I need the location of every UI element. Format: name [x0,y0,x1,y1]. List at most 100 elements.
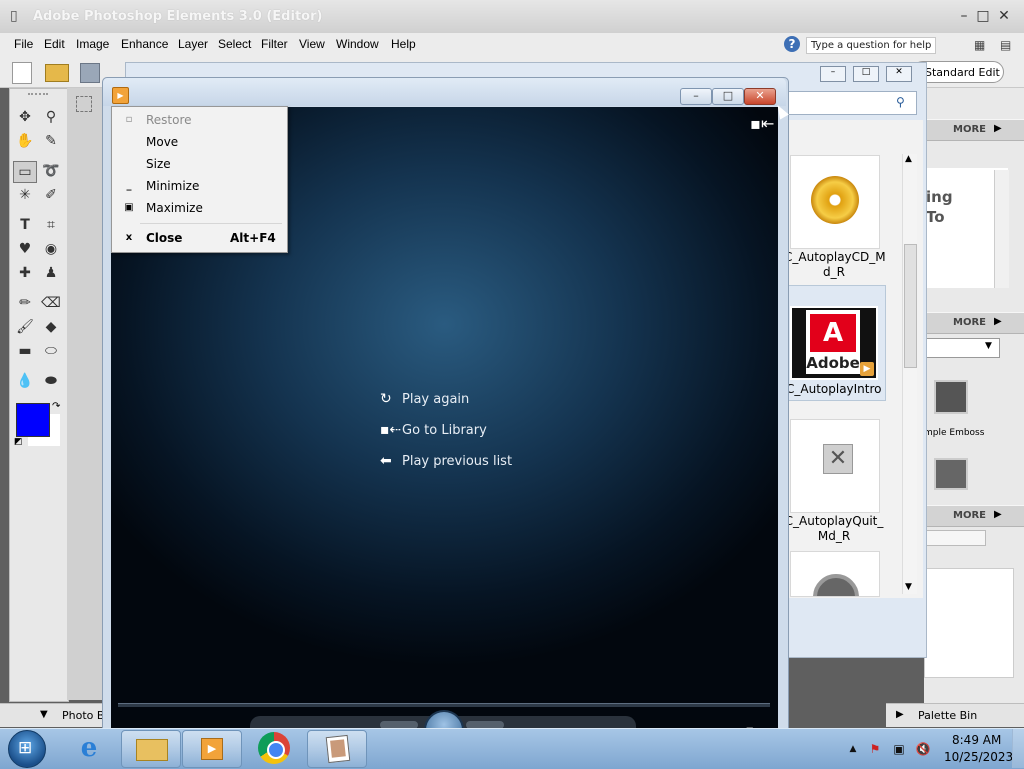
menu-image[interactable]: Image [76,37,109,51]
wmp-minimize-button[interactable]: – [680,88,712,105]
pse-close-button[interactable]: ✕ [996,9,1012,23]
menu-select[interactable]: Select [218,37,251,51]
effects-category-select[interactable]: ▼ [924,338,1000,358]
list-item[interactable] [790,551,880,597]
swap-colors-icon[interactable]: ↷ [52,401,60,412]
crop-tool-icon[interactable]: ⌗ [40,215,62,235]
magic-wand-tool-icon[interactable]: ✳ [14,185,36,205]
save-icon[interactable] [80,63,100,83]
more-button-3[interactable]: MORE [953,510,986,521]
scroll-up-icon[interactable]: ▲ [905,154,912,164]
help-search-input[interactable]: Type a question for help [806,37,936,54]
default-colors-icon[interactable]: ◩ [14,437,23,447]
marquee-tool-icon[interactable]: ▭ [13,161,37,183]
paint-bucket-tool-icon[interactable]: ◆ [40,317,62,337]
palette-slider[interactable] [924,530,986,546]
seek-bar[interactable] [118,703,770,707]
chrome-icon[interactable] [258,732,290,764]
play-previous-list-link[interactable]: ⬅ Play previous list [380,449,512,473]
eyedropper-tool-icon[interactable]: ✎ [40,131,62,151]
menu-edit[interactable]: Edit [44,37,65,51]
pse-minimize-button[interactable]: – [956,9,972,23]
selection-brush-tool-icon[interactable]: ✐ [40,185,62,205]
blur-tool-icon[interactable]: 💧 [14,371,36,391]
more-arrow-icon[interactable]: ▶ [994,123,1002,134]
menu-item-close[interactable]: x Close Alt+F4 [112,227,287,249]
more-button[interactable]: MORE [953,124,986,135]
organizer-search-input[interactable]: ⚲ [787,91,917,115]
menu-window[interactable]: Window [336,37,379,51]
marquee-option-icon[interactable] [76,96,92,112]
help-palette-scrollbar[interactable] [994,170,1009,288]
organizer-minimize-button[interactable]: – [820,66,846,82]
menu-file[interactable]: File [14,37,33,51]
photo-bin-toggle-icon[interactable]: ▼ [40,709,48,720]
show-desktop-button[interactable] [1012,729,1024,768]
help-icon[interactable]: ? [784,36,800,52]
menu-help[interactable]: Help [391,37,416,51]
start-button[interactable]: ⊞ [8,730,46,768]
list-item[interactable]: ✕ [790,419,880,513]
organizer-maximize-button[interactable]: □ [853,66,879,82]
clock-date[interactable]: 10/25/2023 [944,750,1013,764]
switch-to-library-icon[interactable]: ▪⇤ [750,114,774,133]
clone-stamp-tool-icon[interactable]: ♟ [40,263,62,283]
menu-filter[interactable]: Filter [261,37,288,51]
search-icon[interactable]: ⚲ [896,95,905,109]
wmp-close-button[interactable]: ✕ [744,88,776,105]
network-icon[interactable]: ▣ [891,741,907,757]
open-folder-icon[interactable] [45,64,69,82]
palette-bin-label[interactable]: Palette Bin [918,709,977,722]
list-item[interactable] [790,155,880,249]
cookie-cutter-tool-icon[interactable]: ♥ [14,239,36,259]
more-button-2[interactable]: MORE [953,317,986,328]
organizer-close-button[interactable]: ✕ [886,66,912,82]
show-hidden-icons-button[interactable]: ▲ [845,741,861,757]
menu-item-maximize[interactable]: ▣ Maximize [112,197,287,219]
move-tool-icon[interactable]: ✥ [14,107,36,127]
taskbar-media-player-button[interactable]: ▶ [182,730,242,768]
media-player-app-icon[interactable]: ▶ [112,87,129,104]
emboss-effect-thumb[interactable] [934,380,968,414]
more-arrow-icon-2[interactable]: ▶ [994,316,1002,327]
menu-view[interactable]: View [299,37,325,51]
red-eye-tool-icon[interactable]: ◉ [40,239,62,259]
volume-muted-icon[interactable]: 🔇 [915,741,931,757]
go-to-library-link[interactable]: ▪⇠Go to Library [380,418,487,442]
action-center-icon[interactable]: ⚑ [867,741,883,757]
menu-enhance[interactable]: Enhance [121,37,168,51]
menu-item-restore[interactable]: ▫ Restore [112,109,287,131]
taskbar-photoshop-button[interactable] [307,730,367,768]
pse-maximize-button[interactable]: □ [975,9,991,23]
sponge-tool-icon[interactable]: ⬬ [40,371,62,391]
gradient-tool-icon[interactable]: ▬ [14,341,36,361]
menu-item-minimize[interactable]: _ Minimize [112,175,287,197]
zoom-tool-icon[interactable]: ⚲ [40,107,62,127]
taskbar-explorer-button[interactable] [121,730,181,768]
palette-bin-toggle-icon[interactable]: ▶ [896,709,904,720]
play-again-link[interactable]: ↻ Play again [380,387,469,411]
hand-tool-icon[interactable]: ✋ [14,131,36,151]
scroll-down-icon[interactable]: ▼ [905,582,912,592]
toolbox-grip[interactable] [28,93,48,97]
healing-brush-tool-icon[interactable]: ✚ [14,263,36,283]
brush-tool-icon[interactable]: 🖌 [14,317,36,337]
panel-icon[interactable]: ▤ [1000,38,1011,52]
pencil-tool-icon[interactable]: ✏ [14,293,36,313]
wmp-maximize-button[interactable]: □ [712,88,744,105]
lasso-tool-icon[interactable]: ➰ [40,161,62,181]
new-file-icon[interactable] [12,62,32,84]
eraser-tool-icon[interactable]: ⌫ [40,293,62,313]
effect-thumb-2[interactable] [934,458,968,490]
foreground-color-swatch[interactable] [16,403,50,437]
more-arrow-icon-3[interactable]: ▶ [994,509,1002,520]
menu-item-move[interactable]: Move [112,131,287,153]
scrollbar-thumb[interactable] [904,244,917,368]
organizer-scrollbar[interactable]: ▲ ▼ [902,154,917,594]
menu-layer[interactable]: Layer [178,37,208,51]
shape-tool-icon[interactable]: ⬭ [40,341,62,361]
clock-time[interactable]: 8:49 AM [952,733,1001,747]
menu-item-size[interactable]: Size [112,153,287,175]
internet-explorer-icon[interactable]: e [72,732,106,764]
type-tool-icon[interactable]: T [14,215,36,235]
